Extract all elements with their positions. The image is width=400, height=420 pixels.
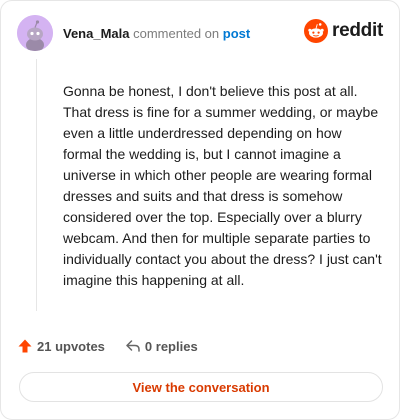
reply-button[interactable]: 0 replies xyxy=(125,338,198,354)
reddit-wordmark: reddit xyxy=(332,20,383,41)
upvote-count: 21 upvotes xyxy=(37,338,105,354)
upvote-arrow-icon xyxy=(18,339,32,353)
username[interactable]: Vena_Mala xyxy=(63,26,130,41)
view-conversation-button[interactable]: View the conversation xyxy=(19,372,383,402)
comment-body: Gonna be honest, I don't believe this po… xyxy=(63,83,382,288)
comment-card: Vena_Mala commented on post reddit Gonna… xyxy=(0,0,400,420)
snoo-avatar-icon xyxy=(17,15,53,51)
avatar[interactable] xyxy=(17,15,53,51)
reddit-logo[interactable]: reddit xyxy=(304,19,383,43)
upvote-button[interactable]: 21 upvotes xyxy=(17,338,105,354)
post-link[interactable]: post xyxy=(223,26,250,41)
comment-meta: Vena_Mala commented on post xyxy=(63,27,250,41)
thread-line xyxy=(36,59,37,311)
action-text: commented on xyxy=(133,26,220,41)
reply-count: 0 replies xyxy=(144,338,198,354)
reddit-icon xyxy=(304,19,329,43)
reply-arrow-icon xyxy=(126,340,140,352)
comment-actions: 21 upvotes 0 replies xyxy=(17,338,198,354)
comment-header: Vena_Mala commented on post reddit xyxy=(17,15,383,55)
